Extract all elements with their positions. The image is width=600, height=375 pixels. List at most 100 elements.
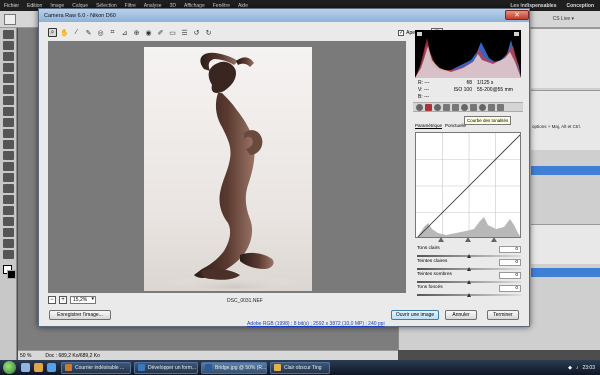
subtab-point[interactable]: Ponctuelle bbox=[445, 123, 466, 128]
pen-tool-icon[interactable] bbox=[3, 184, 14, 193]
path-select-tool-icon[interactable] bbox=[3, 206, 14, 215]
taskbar-item-photoshop[interactable]: Bridge.jpg @ 50% (R... bbox=[201, 361, 267, 374]
slider-knob[interactable] bbox=[466, 254, 471, 258]
rotate-right-icon[interactable]: ↻ bbox=[204, 28, 213, 37]
eraser-tool-icon[interactable] bbox=[3, 140, 14, 149]
gradient-tool-icon[interactable] bbox=[3, 151, 14, 160]
spot-removal-tool-icon[interactable]: ⊕ bbox=[132, 28, 141, 37]
highlight-clipping-icon[interactable] bbox=[514, 32, 519, 36]
workspace-conception[interactable]: Conception bbox=[567, 3, 595, 9]
zoom-level-select[interactable]: 15,2% bbox=[70, 296, 96, 304]
tab-split-toning-icon[interactable] bbox=[452, 103, 459, 111]
3d-rotate-tool-icon[interactable] bbox=[3, 228, 14, 237]
close-button[interactable]: ✕ bbox=[505, 10, 529, 20]
tab-effects-icon[interactable] bbox=[470, 103, 477, 111]
status-bar: 50 % Doc : 689,2 Ko/689,2 Ko bbox=[18, 350, 398, 360]
aperture: f/8 bbox=[466, 79, 472, 86]
windows-taskbar: Courrier indésirable ... Développer un f… bbox=[0, 360, 600, 375]
lasso-tool-icon[interactable] bbox=[3, 52, 14, 61]
shadow-clipping-icon[interactable] bbox=[417, 32, 422, 36]
save-image-button[interactable]: Enregistrer l'image... bbox=[49, 310, 111, 320]
rgb-g: V: --- bbox=[418, 86, 429, 93]
preferences-icon[interactable]: ☰ bbox=[180, 28, 189, 37]
taskbar-item-mail[interactable]: Courrier indésirable ... bbox=[61, 361, 131, 374]
mail-app-icon bbox=[65, 364, 72, 371]
menu-fichier[interactable]: Fichier bbox=[4, 3, 19, 9]
region-split-controls bbox=[415, 237, 521, 243]
zoom-out-button[interactable]: − bbox=[48, 296, 56, 304]
split-highlights-handle[interactable] bbox=[491, 237, 497, 242]
slider-value-input[interactable]: 0 bbox=[499, 285, 521, 292]
tray-volume-icon[interactable]: ♪ bbox=[576, 365, 579, 371]
slider-value-input[interactable]: 0 bbox=[499, 272, 521, 279]
move-tool-icon[interactable] bbox=[3, 30, 14, 39]
taskbar-item-browser[interactable]: Développer un form... bbox=[134, 361, 198, 374]
quicklaunch-desktop-icon[interactable] bbox=[47, 363, 56, 372]
taskbar-item-folder[interactable]: Clair obscur Ting bbox=[270, 361, 330, 374]
rotate-left-icon[interactable]: ↺ bbox=[192, 28, 201, 37]
subtab-parametric[interactable]: Paramétrique bbox=[415, 123, 442, 128]
workflow-options-link[interactable]: Adobe RGB (1998) ; 8 bit(s) ; 2592 x 387… bbox=[247, 321, 385, 327]
quick-select-tool-icon[interactable] bbox=[3, 63, 14, 72]
shutter: 1/125 s bbox=[477, 79, 494, 86]
blur-tool-icon[interactable] bbox=[3, 162, 14, 171]
straighten-tool-icon[interactable]: ⊿ bbox=[120, 28, 129, 37]
red-eye-tool-icon[interactable]: ◉ bbox=[144, 28, 153, 37]
slider-row-highlights: Tons clairs 0 bbox=[417, 246, 521, 259]
dialog-titlebar[interactable]: Camera Raw 6.0 - Nikon D60 ✕ bbox=[39, 9, 529, 22]
marquee-tool-icon[interactable] bbox=[3, 41, 14, 50]
slider-row-lights: Teintes claires 0 bbox=[417, 259, 521, 272]
adjustment-brush-tool-icon[interactable]: ✐ bbox=[156, 28, 165, 37]
tab-lens-corrections-icon[interactable] bbox=[461, 103, 468, 111]
tab-tone-curve-icon[interactable] bbox=[425, 103, 432, 111]
white-balance-tool-icon[interactable]: ⁄ bbox=[72, 28, 81, 37]
crop-tool-icon[interactable]: ⌗ bbox=[108, 28, 117, 37]
history-brush-tool-icon[interactable] bbox=[3, 129, 14, 138]
slider-knob[interactable] bbox=[466, 293, 471, 297]
selected-layer-row[interactable] bbox=[531, 268, 600, 277]
clock[interactable]: 23:03 bbox=[582, 365, 595, 371]
done-button[interactable]: Terminer bbox=[487, 310, 519, 320]
cancel-button[interactable]: Annuler bbox=[445, 310, 477, 320]
image-preview-area[interactable] bbox=[48, 41, 406, 293]
selected-panel-row[interactable] bbox=[531, 166, 600, 175]
hand-tool-icon[interactable] bbox=[3, 239, 14, 248]
color-sampler-tool-icon[interactable]: ✎ bbox=[84, 28, 93, 37]
tool-preset-picker[interactable] bbox=[4, 14, 16, 25]
zoom-in-button[interactable]: + bbox=[59, 296, 67, 304]
type-tool-icon[interactable] bbox=[3, 195, 14, 204]
tab-camera-calibration-icon[interactable] bbox=[479, 103, 486, 111]
slider-knob[interactable] bbox=[466, 280, 471, 284]
tab-hsl-icon[interactable] bbox=[443, 103, 450, 111]
tab-basic-icon[interactable] bbox=[416, 103, 423, 111]
tab-snapshots-icon[interactable] bbox=[497, 103, 504, 111]
crop-tool-icon[interactable] bbox=[3, 74, 14, 83]
tray-network-icon[interactable]: ◆ bbox=[568, 365, 572, 371]
preview-checkbox[interactable]: ✓ bbox=[398, 29, 405, 36]
start-button-icon[interactable] bbox=[3, 361, 16, 374]
eyedropper-tool-icon[interactable] bbox=[3, 85, 14, 94]
shape-tool-icon[interactable] bbox=[3, 217, 14, 226]
brush-tool-icon[interactable] bbox=[3, 107, 14, 116]
slider-value-input[interactable]: 0 bbox=[499, 246, 521, 253]
slider-knob[interactable] bbox=[466, 267, 471, 271]
targeted-adjustment-tool-icon[interactable]: ◎ bbox=[96, 28, 105, 37]
zoom-tool-icon[interactable] bbox=[3, 250, 14, 259]
open-image-button[interactable]: Ouvrir une image bbox=[391, 310, 439, 320]
zoom-tool-icon[interactable]: ⌕ bbox=[48, 28, 57, 37]
slider-value-input[interactable]: 0 bbox=[499, 259, 521, 266]
hand-tool-icon[interactable]: ✋ bbox=[60, 28, 69, 37]
cs-live-menu[interactable]: CS Live ▾ bbox=[553, 16, 574, 22]
quicklaunch-folder-icon[interactable] bbox=[34, 363, 43, 372]
dodge-tool-icon[interactable] bbox=[3, 173, 14, 182]
split-midtones-handle[interactable] bbox=[465, 237, 471, 242]
quicklaunch-ie-icon[interactable] bbox=[21, 363, 30, 372]
tab-detail-icon[interactable] bbox=[434, 103, 441, 111]
background-color-swatch[interactable] bbox=[7, 270, 16, 279]
tab-presets-icon[interactable] bbox=[488, 103, 495, 111]
healing-tool-icon[interactable] bbox=[3, 96, 14, 105]
stamp-tool-icon[interactable] bbox=[3, 118, 14, 127]
tone-curve-graph[interactable] bbox=[415, 132, 521, 238]
split-shadows-handle[interactable] bbox=[438, 237, 444, 242]
graduated-filter-tool-icon[interactable]: ▭ bbox=[168, 28, 177, 37]
